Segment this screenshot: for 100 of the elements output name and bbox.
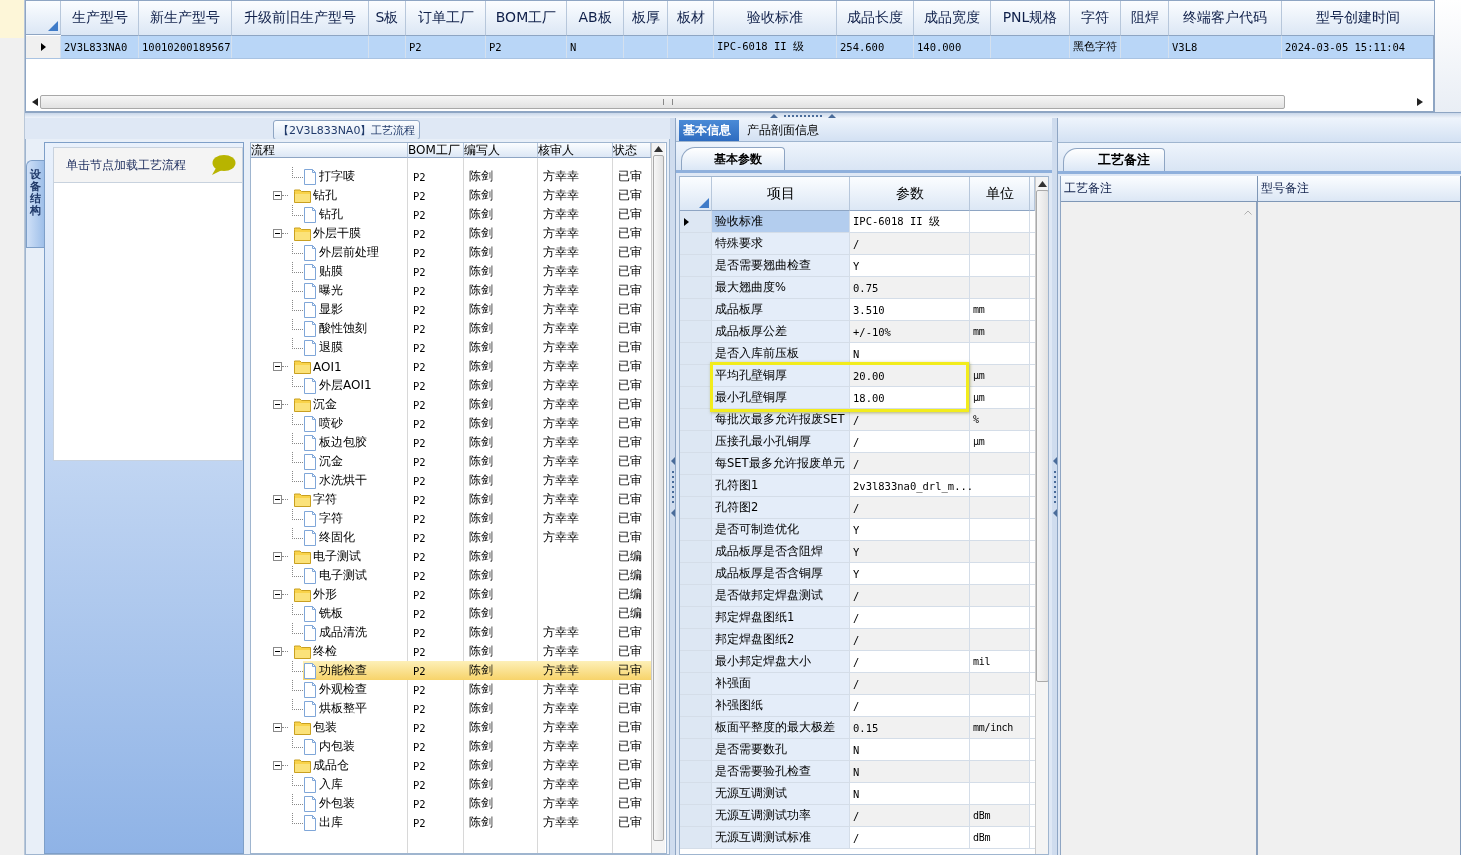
vertical-tab[interactable]: 设备结构 bbox=[26, 160, 44, 248]
collapse-icon[interactable] bbox=[273, 400, 282, 409]
table-row[interactable]: 是否可制造优化 Y bbox=[680, 519, 1035, 541]
table-row[interactable]: 是否需要翘曲检查 Y bbox=[680, 255, 1035, 277]
table-row[interactable]: 成品板厚 3.510 mm bbox=[680, 299, 1035, 321]
table-row[interactable]: 补强图纸 / bbox=[680, 695, 1035, 717]
tree-row[interactable]: 贴膜 P2 陈剑 方幸幸 已审 bbox=[251, 262, 651, 281]
grid-corner[interactable] bbox=[680, 177, 712, 211]
scroll-right-icon[interactable] bbox=[1417, 98, 1423, 106]
table-row[interactable]: 平均孔壁铜厚 20.00 μm bbox=[680, 365, 1035, 387]
tree-row[interactable]: 外层前处理 P2 陈剑 方幸幸 已审 bbox=[251, 243, 651, 262]
tree-row[interactable]: 铣板 P2 陈剑 已编 bbox=[251, 604, 651, 623]
table-row[interactable]: 最小孔壁铜厚 18.00 μm bbox=[680, 387, 1035, 409]
table-row[interactable]: 是否做邦定焊盘测试 / bbox=[680, 585, 1035, 607]
tree-row[interactable]: 酸性蚀刻 P2 陈剑 方幸幸 已审 bbox=[251, 319, 651, 338]
table-row[interactable]: 每SET最多允许报废单元 / bbox=[680, 453, 1035, 475]
scroll-up-icon[interactable] bbox=[654, 146, 663, 152]
column-header[interactable]: 阻焊 bbox=[1121, 1, 1169, 36]
tree-row[interactable]: 成品仓 P2 陈剑 方幸幸 已审 bbox=[251, 756, 651, 775]
table-row[interactable]: 无源互调测试功率 / dBm bbox=[680, 805, 1035, 827]
tree-row[interactable]: 电子测试 P2 陈剑 已编 bbox=[251, 547, 651, 566]
collapse-icon[interactable] bbox=[273, 723, 282, 732]
splitter-grip-icon[interactable] bbox=[670, 456, 675, 517]
collapse-icon[interactable] bbox=[273, 191, 282, 200]
table-row[interactable]: 是否需要验孔检查 N bbox=[680, 761, 1035, 783]
tree-row[interactable]: 字符 P2 陈剑 方幸幸 已审 bbox=[251, 509, 651, 528]
tree-row[interactable]: 外层干膜 P2 陈剑 方幸幸 已审 bbox=[251, 224, 651, 243]
table-row[interactable]: 是否需要数孔 N bbox=[680, 739, 1035, 761]
tab[interactable]: 产品剖面信息 bbox=[743, 120, 827, 141]
grid-corner[interactable] bbox=[26, 1, 61, 35]
column-header[interactable]: 状态 bbox=[613, 143, 651, 158]
column-header[interactable]: 生产型号 bbox=[61, 1, 139, 36]
collapse-icon[interactable] bbox=[273, 229, 282, 238]
tree-row[interactable]: 外形 P2 陈剑 已编 bbox=[251, 585, 651, 604]
tree-row[interactable]: 沉金 P2 陈剑 方幸幸 已审 bbox=[251, 452, 651, 471]
splitter-grip-icon[interactable] bbox=[1052, 456, 1057, 517]
column-header[interactable]: 板厚 bbox=[624, 1, 668, 36]
table-row[interactable]: 孔符图1 2v3l833na0_drl_m... bbox=[680, 475, 1035, 497]
tab[interactable]: 基本参数 bbox=[681, 147, 785, 170]
table-row[interactable]: 板面平整度的最大极差 0.15 mm/inch bbox=[680, 717, 1035, 739]
scrollbar-thumb[interactable] bbox=[40, 95, 1285, 109]
column-header[interactable]: 新生产型号 bbox=[139, 1, 232, 36]
tree-row[interactable]: 显影 P2 陈剑 方幸幸 已审 bbox=[251, 300, 651, 319]
tree-row[interactable]: 字符 P2 陈剑 方幸幸 已审 bbox=[251, 490, 651, 509]
tree-row[interactable]: 终固化 P2 陈剑 方幸幸 已审 bbox=[251, 528, 651, 547]
column-header[interactable]: 流程 bbox=[251, 143, 408, 158]
column-header[interactable]: AB板 bbox=[567, 1, 624, 36]
column-header[interactable]: 成品长度 bbox=[837, 1, 914, 36]
table-row[interactable]: 无源互调测试 N bbox=[680, 783, 1035, 805]
tree-row[interactable]: 沉金 P2 陈剑 方幸幸 已审 bbox=[251, 395, 651, 414]
table-row[interactable]: 压接孔最小孔铜厚 / μm bbox=[680, 431, 1035, 453]
tree-row[interactable]: 曝光 P2 陈剑 方幸幸 已审 bbox=[251, 281, 651, 300]
column-header[interactable]: BOM工厂 bbox=[408, 143, 464, 158]
tab[interactable]: 工艺备注 bbox=[1063, 148, 1165, 171]
table-row[interactable]: 邦定焊盘图纸1 / bbox=[680, 607, 1035, 629]
tree-row[interactable]: 外包装 P2 陈剑 方幸幸 已审 bbox=[251, 794, 651, 813]
table-row[interactable]: 是否入库前压板 N bbox=[680, 343, 1035, 365]
column-header[interactable]: 字符 bbox=[1070, 1, 1121, 36]
tree-row[interactable]: 成品清洗 P2 陈剑 方幸幸 已审 bbox=[251, 623, 651, 642]
tree-row[interactable]: AOI1 P2 陈剑 方幸幸 已审 bbox=[251, 357, 651, 376]
table-row[interactable]: 最小邦定焊盘大小 / mil bbox=[680, 651, 1035, 673]
table-row[interactable]: 每批次最多允许报废SET / % bbox=[680, 409, 1035, 431]
table-row[interactable]: 成品板厚公差 +/-10% mm bbox=[680, 321, 1035, 343]
vertical-scrollbar[interactable] bbox=[1035, 177, 1048, 854]
column-header[interactable]: 编写人 bbox=[464, 143, 538, 158]
collapse-icon[interactable] bbox=[273, 552, 282, 561]
splitter-grip-icon[interactable] bbox=[768, 113, 838, 119]
tree-row[interactable]: 终检 P2 陈剑 方幸幸 已审 bbox=[251, 642, 651, 661]
column-header[interactable]: 终端客户代码 bbox=[1169, 1, 1282, 36]
scroll-left-icon[interactable] bbox=[32, 98, 38, 106]
tree-row[interactable]: 包装 P2 陈剑 方幸幸 已审 bbox=[251, 718, 651, 737]
collapse-icon[interactable] bbox=[273, 495, 282, 504]
tree-row[interactable]: 喷砂 P2 陈剑 方幸幸 已审 bbox=[251, 414, 651, 433]
tree-row[interactable]: 退膜 P2 陈剑 方幸幸 已审 bbox=[251, 338, 651, 357]
tree-row[interactable]: 钻孔 P2 陈剑 方幸幸 已审 bbox=[251, 186, 651, 205]
collapse-icon[interactable] bbox=[273, 362, 282, 371]
table-row[interactable]: 2V3L833NA0 10010200189567 P2 P2 N IPC-6018 II 级 254.600 140.000 黑色字符 V3L8 2024-03-05 15:11:04 bbox=[26, 36, 1433, 59]
tree-row[interactable]: 电子测试 P2 陈剑 已编 bbox=[251, 566, 651, 585]
tree-row[interactable]: 烘板整平 P2 陈剑 方幸幸 已审 bbox=[251, 699, 651, 718]
column-header[interactable]: 板材 bbox=[668, 1, 714, 36]
column-header[interactable]: 成品宽度 bbox=[914, 1, 991, 36]
column-header[interactable]: 验收标准 bbox=[714, 1, 837, 36]
table-row[interactable]: 无源互调测试标准 / dBm bbox=[680, 827, 1035, 849]
column-header[interactable]: 升级前旧生产型号 bbox=[232, 1, 369, 36]
tree-row[interactable]: 水洗烘干 P2 陈剑 方幸幸 已审 bbox=[251, 471, 651, 490]
column-header[interactable]: 型号备注 bbox=[1258, 176, 1461, 202]
tree-row[interactable]: 内包装 P2 陈剑 方幸幸 已审 bbox=[251, 737, 651, 756]
node-list[interactable] bbox=[53, 182, 243, 461]
scroll-up-icon[interactable] bbox=[1038, 181, 1047, 187]
collapse-icon[interactable] bbox=[273, 647, 282, 656]
column-header[interactable]: BOM工厂 bbox=[486, 1, 567, 36]
vertical-scrollbar[interactable] bbox=[651, 143, 665, 853]
column-header[interactable]: 工艺备注 bbox=[1061, 176, 1258, 202]
table-row[interactable]: 最大翘曲度% 0.75 bbox=[680, 277, 1035, 299]
tree-row[interactable]: 入库 P2 陈剑 方幸幸 已审 bbox=[251, 775, 651, 794]
tree-row[interactable]: 外观检查 P2 陈剑 方幸幸 已审 bbox=[251, 680, 651, 699]
tree-row[interactable]: 打字唛 P2 陈剑 方幸幸 已审 bbox=[251, 167, 651, 186]
tree-row[interactable]: 钻孔 P2 陈剑 方幸幸 已审 bbox=[251, 205, 651, 224]
tree-row[interactable]: 出库 P2 陈剑 方幸幸 已审 bbox=[251, 813, 651, 832]
tree-row[interactable]: 外层AOI1 P2 陈剑 方幸幸 已审 bbox=[251, 376, 651, 395]
